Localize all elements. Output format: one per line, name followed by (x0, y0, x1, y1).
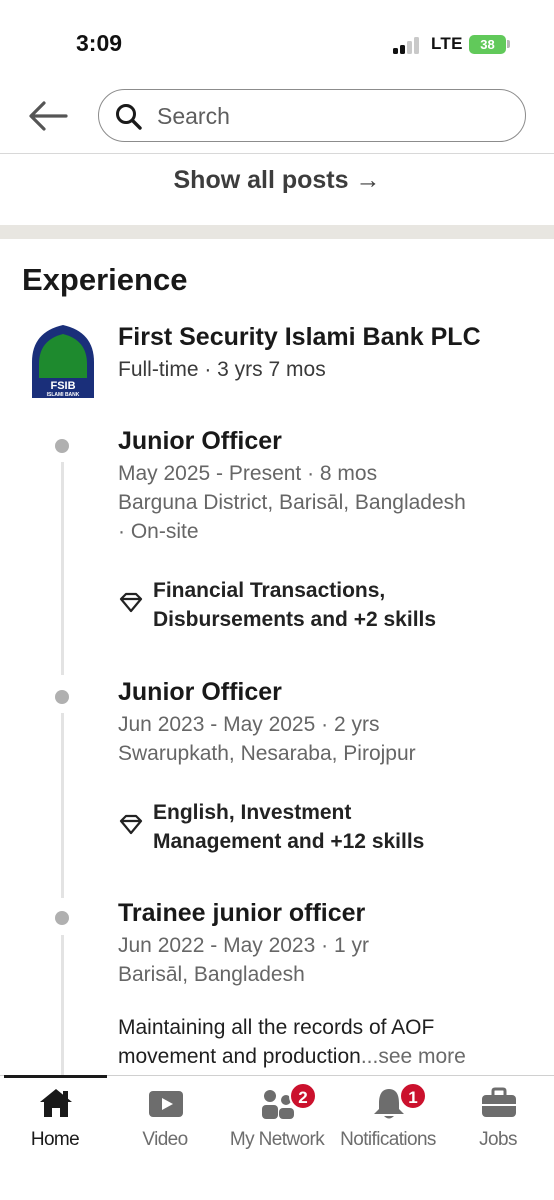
skills-line: Disbursements and +2 skills (153, 608, 437, 631)
search-icon (116, 104, 142, 130)
nav-label: Video (142, 1129, 188, 1150)
nav-notifications[interactable]: 1 Notifications (333, 1076, 443, 1156)
nav-label: Home (30, 1129, 80, 1150)
diamond-icon (119, 814, 143, 835)
search-header (0, 84, 554, 154)
role-title[interactable]: Junior Officer (118, 427, 282, 456)
company-employment-meta: Full-time · 3 yrs 7 mos (118, 358, 326, 381)
role-skills[interactable]: English, Investment Management and +12 s… (118, 798, 538, 858)
role-location: Swarupkath, Nesaraba, Pirojpur (118, 742, 416, 765)
timeline-connector (61, 462, 64, 675)
notification-badge: 1 (399, 1082, 427, 1110)
company-logo[interactable]: FSIB ISLAMI BANK (28, 322, 99, 398)
search-input[interactable] (157, 98, 507, 134)
nav-label: My Network (229, 1129, 325, 1150)
nav-label: Jobs (479, 1129, 517, 1150)
notification-badge: 2 (289, 1082, 317, 1110)
nav-home[interactable]: Home (0, 1076, 110, 1156)
role-skills[interactable]: Financial Transactions, Disbursements an… (118, 576, 538, 636)
timeline-connector (61, 935, 64, 1075)
role-location: Barisāl, Bangladesh (118, 963, 305, 986)
briefcase-icon (482, 1087, 516, 1117)
battery-icon: 38 (469, 35, 506, 54)
nav-jobs[interactable]: Jobs (443, 1076, 553, 1156)
logo-text: FSIB (50, 380, 75, 392)
skills-line: English, Investment (153, 801, 352, 824)
role-dates: Jun 2022 - May 2023 · 1 yr (118, 934, 369, 957)
network-type: LTE (431, 34, 463, 53)
back-button[interactable] (22, 94, 72, 138)
home-icon (40, 1089, 72, 1117)
skills-line: Management and +12 skills (153, 830, 425, 853)
role-description: Maintaining all the records of AOF movem… (118, 1013, 538, 1071)
bottom-navigation: Home Video 2 My Network 1 Notifications (0, 1075, 554, 1200)
skills-line: Financial Transactions, (153, 579, 386, 602)
experience-heading: Experience (22, 262, 188, 297)
signal-icon (393, 36, 423, 54)
see-more-link[interactable]: ...see more (361, 1045, 466, 1068)
role-location: Barguna District, Barisāl, Bangladesh (118, 491, 466, 514)
timeline-dot (55, 690, 69, 704)
skills-text: Financial Transactions, Disbursements an… (153, 576, 533, 634)
nav-label: Notifications (340, 1129, 436, 1150)
status-time: 3:09 (76, 30, 123, 56)
skills-text: English, Investment Management and +12 s… (153, 798, 533, 856)
search-box[interactable] (98, 89, 526, 142)
show-all-posts-link[interactable]: Show all posts → (0, 166, 554, 195)
role-dates: Jun 2023 - May 2025 · 2 yrs (118, 713, 380, 736)
role-title[interactable]: Junior Officer (118, 678, 282, 707)
logo-subtext: ISLAMI BANK (47, 392, 80, 398)
timeline-dot (55, 439, 69, 453)
role-title[interactable]: Trainee junior officer (118, 899, 365, 928)
timeline-connector (61, 713, 64, 898)
role-workplace-type: · On-site (118, 520, 199, 543)
video-icon (149, 1091, 183, 1117)
nav-video[interactable]: Video (110, 1076, 220, 1156)
nav-my-network[interactable]: 2 My Network (222, 1076, 332, 1156)
back-arrow-icon (29, 101, 68, 131)
diamond-icon (119, 592, 143, 613)
header-divider (0, 153, 554, 154)
timeline-dot (55, 911, 69, 925)
section-separator (0, 225, 554, 239)
company-name[interactable]: First Security Islami Bank PLC (118, 323, 481, 352)
battery-tip (507, 40, 510, 48)
role-dates: May 2025 - Present · 8 mos (118, 462, 378, 485)
status-bar: 3:09 LTE 38 (0, 0, 554, 84)
